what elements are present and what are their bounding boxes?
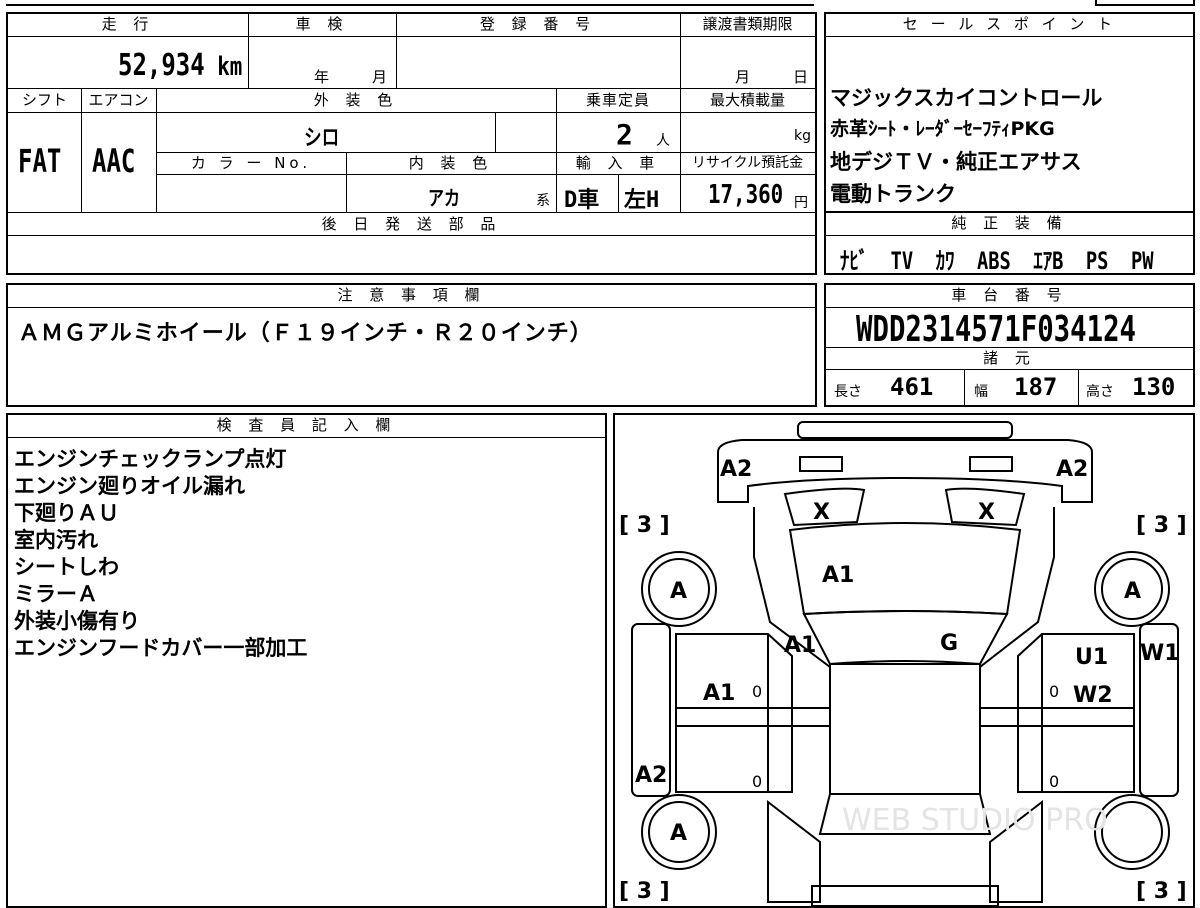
capacity-header: 乗車定員 — [585, 91, 650, 109]
diagram-label: W1 — [1140, 641, 1180, 666]
ac-value: AAC — [92, 142, 136, 180]
inspector-header: 検 査 員 記 入 欄 — [216, 416, 397, 434]
vehicle-info-panel: 走 行 車 検 登 録 番 号 譲渡書類期限 52,934 km 年 月 月 日… — [6, 12, 817, 275]
transfer-month: 月 — [735, 68, 751, 86]
diagram-label: [ 3 ] — [1136, 879, 1187, 904]
diagram-label: A1 — [784, 633, 816, 658]
notes-text: ＡＭＧアルミホイール（Ｆ１９インチ・Ｒ２０インチ） — [18, 321, 593, 346]
diagram-label: A1 — [822, 563, 854, 588]
car-diagram: A2 A2 X X A1 A1 G A1 U1 W2 W1 A2 A A A [… — [619, 421, 1187, 906]
diagram-label: A — [1124, 579, 1141, 604]
shaken-month: 月 — [372, 68, 388, 86]
shaken-header: 車 検 — [295, 15, 349, 33]
transfer-day: 日 — [793, 68, 809, 86]
max-load-unit: kg — [794, 128, 811, 144]
interior-color-suffix: 系 — [536, 193, 550, 209]
equipment-items: ﾅﾋﾞ TV ｶﾜ ABS ｴｱB PS PW — [840, 241, 1200, 276]
equipment-item: TV — [890, 247, 914, 275]
car-diagram-panel: A2 A2 X X A1 A1 G A1 U1 W2 W1 A2 A A A [… — [613, 413, 1195, 908]
equipment-item: ABS — [976, 247, 1011, 275]
inspector-line: ミラーＡ — [14, 582, 98, 606]
door-mark: 0 — [1049, 772, 1059, 791]
top-right-clip — [1095, 0, 1195, 6]
color-no-header: カ ラ ー No. — [190, 154, 312, 172]
inspector-line: エンジンチェックランプ点灯 — [14, 447, 287, 471]
diagram-label: A — [670, 579, 687, 604]
height-value: 130 — [1132, 373, 1176, 401]
door-mark: 0 — [1049, 682, 1059, 701]
diagram-label: A1 — [703, 681, 735, 706]
import-h-value: 左H — [624, 188, 660, 213]
equipment-item: PS — [1085, 247, 1109, 275]
sales-point-panel: セ ー ル ス ポ イ ン ト マジックスカイコントロール 赤革ｼｰﾄ・ﾚｰﾀﾞ… — [824, 12, 1195, 213]
top-strip-border — [6, 4, 814, 6]
interior-color-value: アカ — [428, 186, 460, 210]
inspector-line: 外装小傷有り — [14, 609, 140, 633]
sales-point-line: 地デジＴＶ・純正エアサス — [830, 150, 1082, 174]
equipment-item: ﾅﾋﾞ — [840, 247, 869, 275]
diagram-label: X — [978, 500, 995, 525]
diagram-label: G — [940, 631, 958, 656]
import-d-value: D車 — [564, 188, 600, 213]
chassis-number: WDD2314571F034124 — [856, 309, 1137, 350]
mileage-header: 走 行 — [101, 15, 155, 33]
sales-point-line: 電動トランク — [830, 182, 956, 206]
equipment-item: ｴｱB — [1033, 247, 1064, 275]
inspector-line: 下廻りＡＵ — [14, 501, 119, 525]
shift-header: シフト — [21, 91, 67, 109]
diagram-label: [ 3 ] — [619, 513, 670, 538]
equipment-item: ｶﾜ — [935, 247, 955, 275]
shaken-year: 年 — [314, 68, 330, 86]
diagram-label: X — [813, 500, 830, 525]
diagram-label: A2 — [1056, 457, 1088, 482]
transfer-deadline-header: 譲渡書類期限 — [702, 15, 793, 33]
diagram-label: A2 — [635, 763, 667, 788]
width-value: 187 — [1014, 373, 1058, 401]
import-header: 輸 入 車 — [575, 154, 661, 172]
capacity-unit: 人 — [656, 133, 670, 149]
shift-value: FAT — [18, 142, 62, 180]
inspector-line: シートしわ — [14, 555, 119, 579]
ac-header: エアコン — [88, 91, 149, 109]
interior-color-header: 内 装 色 — [408, 154, 494, 172]
inspector-line: エンジンフードカバー一部加工 — [14, 636, 308, 660]
width-label: 幅 — [974, 384, 988, 400]
registration-header: 登 録 番 号 — [479, 15, 597, 33]
exterior-color-value: シロ — [304, 126, 340, 151]
max-load-header: 最大積載量 — [709, 91, 785, 109]
diagram-label: [ 3 ] — [619, 879, 670, 904]
mileage-value: 52,934 km — [118, 48, 243, 83]
height-label: 高さ — [1086, 384, 1114, 400]
inspector-line: 室内汚れ — [14, 528, 98, 552]
capacity-value: 2 — [616, 118, 633, 151]
door-mark: 0 — [752, 772, 762, 791]
length-label: 長さ — [834, 384, 862, 400]
chassis-header: 車 台 番 号 — [951, 286, 1068, 304]
diagram-label: A2 — [720, 457, 752, 482]
exterior-color-header: 外 装 色 — [313, 91, 399, 109]
equipment-panel: 純 正 装 備 ﾅﾋﾞ TV ｶﾜ ABS ｴｱB PS PW — [824, 211, 1195, 275]
diagram-label: [ 3 ] — [1136, 513, 1187, 538]
inspector-line: エンジン廻りオイル漏れ — [14, 474, 245, 498]
recycle-unit: 円 — [794, 195, 808, 211]
door-mark: 0 — [752, 682, 762, 701]
inspector-panel: 検 査 員 記 入 欄 エンジンチェックランプ点灯 エンジン廻りオイル漏れ 下廻… — [6, 413, 607, 908]
spec-header: 諸 元 — [983, 349, 1036, 367]
recycle-header: リサイクル預託金 — [691, 155, 804, 171]
sales-point-line: 赤革ｼｰﾄ・ﾚｰﾀﾞｰｾｰﾌﾃｨPKG — [830, 118, 1055, 140]
notes-header: 注 意 事 項 欄 — [337, 286, 486, 304]
diagram-label: U1 — [1075, 645, 1108, 670]
equipment-item: PW — [1130, 247, 1154, 275]
sales-point-line: マジックスカイコントロール — [830, 86, 1103, 110]
sales-point-header: セ ー ル ス ポ イ ン ト — [902, 15, 1117, 33]
recycle-value: 17,360 — [708, 180, 784, 210]
diagram-label: W2 — [1073, 683, 1113, 708]
diagram-label: A — [670, 821, 687, 846]
later-parts-header: 後 日 発 送 部 品 — [321, 215, 502, 233]
equipment-header: 純 正 装 備 — [951, 214, 1068, 232]
notes-panel: 注 意 事 項 欄 ＡＭＧアルミホイール（Ｆ１９インチ・Ｒ２０インチ） — [6, 283, 817, 407]
length-value: 461 — [890, 373, 934, 401]
watermark: WEB STUDIO PRO — [842, 803, 1108, 838]
chassis-panel: 車 台 番 号 WDD2314571F034124 諸 元 長さ 461 幅 1… — [824, 283, 1195, 407]
